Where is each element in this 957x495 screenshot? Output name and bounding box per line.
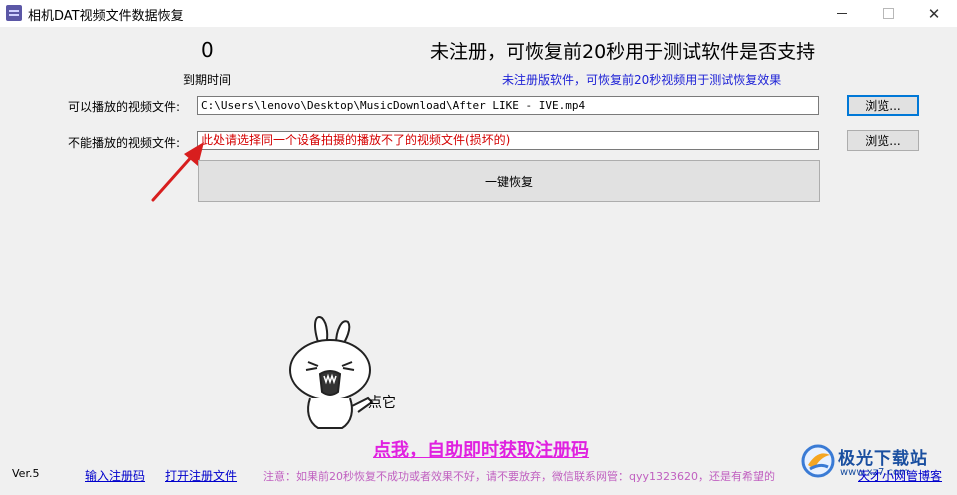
version-label: Ver.5	[12, 467, 40, 480]
remaining-counter: 0	[201, 38, 214, 62]
maximize-icon	[882, 8, 894, 19]
title-bar: 相机DAT视频文件数据恢复 ✕	[0, 0, 957, 27]
window-title: 相机DAT视频文件数据恢复	[28, 9, 184, 24]
blog-link[interactable]: 天才小网管博客	[858, 467, 942, 484]
open-registration-file-link[interactable]: 打开注册文件	[165, 467, 237, 484]
trial-note: 未注册版软件，可恢复前20秒视频用于测试恢复效果	[502, 73, 782, 87]
enter-registration-code-link[interactable]: 输入注册码	[85, 467, 145, 484]
browse-broken-button[interactable]: 浏览...	[847, 130, 919, 151]
registration-status: 未注册，可恢复前20秒用于测试软件是否支持	[430, 41, 816, 63]
playable-file-input[interactable]: C:\Users\lenovo\Desktop\MusicDownload\Af…	[197, 96, 819, 115]
watermark-name: 极光下载站	[838, 449, 928, 469]
maximize-button[interactable]	[865, 0, 911, 27]
expiry-label: 到期时间	[183, 73, 232, 87]
support-notice: 注意：如果前20秒恢复不成功或者效果不好，请不要放弃，微信联系网管：qyy132…	[263, 470, 775, 483]
minimize-icon	[837, 13, 847, 14]
get-registration-code-link[interactable]: 点我，自助即时获取注册码	[373, 436, 589, 462]
app-icon	[6, 5, 22, 21]
jiguang-logo-icon	[801, 444, 835, 478]
mascot-caption[interactable]: 点它	[368, 392, 396, 412]
close-button[interactable]: ✕	[911, 0, 957, 27]
broken-file-input[interactable]: 此处请选择同一个设备拍摄的播放不了的视频文件(损坏的)	[197, 131, 819, 150]
minimize-button[interactable]	[819, 0, 865, 27]
playable-file-label: 可以播放的视频文件:	[68, 100, 181, 114]
rabbit-mascot-icon[interactable]	[278, 312, 378, 432]
browse-playable-button[interactable]: 浏览...	[847, 95, 919, 116]
one-click-recover-button[interactable]: 一键恢复	[198, 160, 820, 202]
